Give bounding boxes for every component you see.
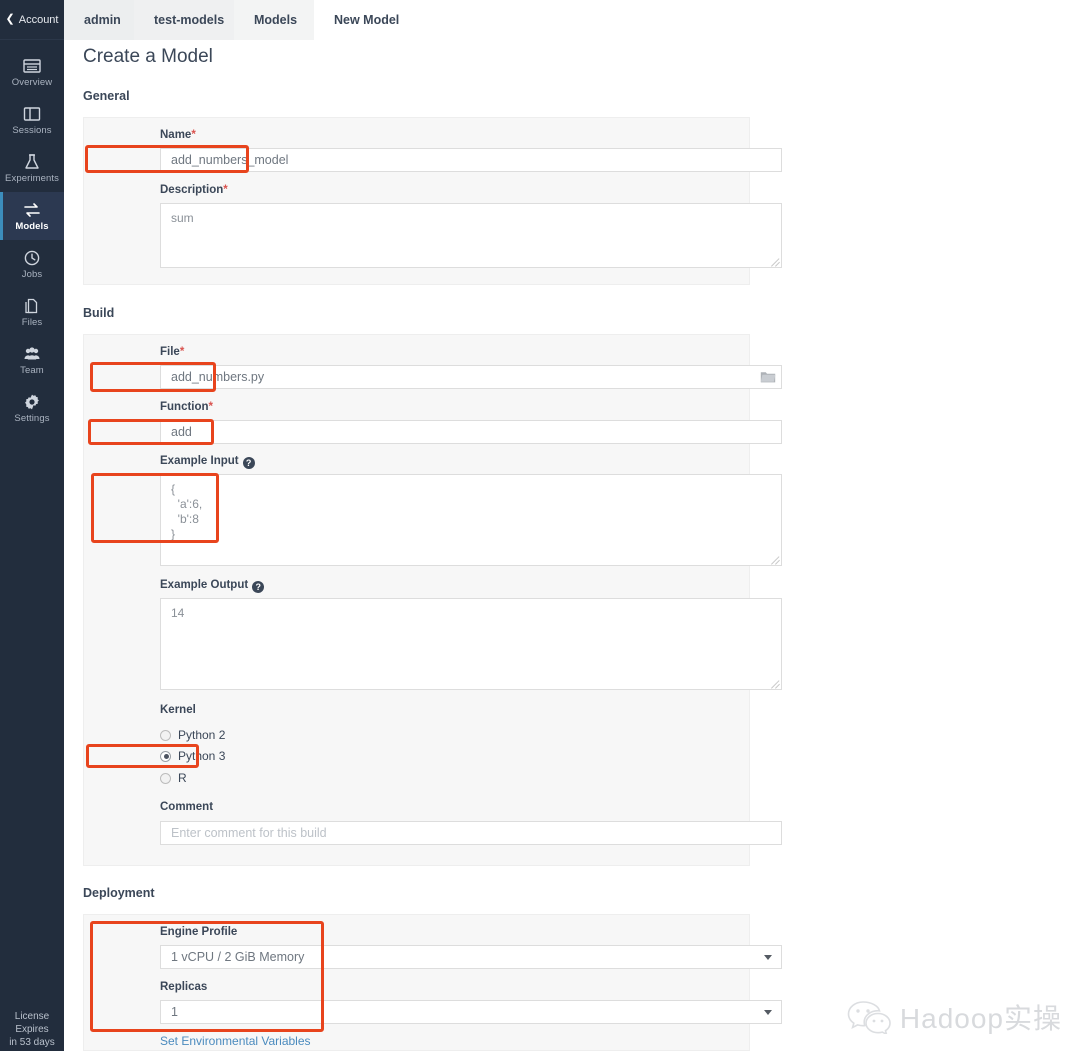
example-input-label: Example Input? xyxy=(160,455,255,469)
page-title: Create a Model xyxy=(83,46,213,67)
chevron-down-icon xyxy=(764,1010,772,1015)
watermark: Hadoop实操 xyxy=(847,997,1062,1037)
kernel-label: Kernel xyxy=(160,704,196,716)
engine-profile-value: 1 vCPU / 2 GiB Memory xyxy=(171,950,305,964)
help-icon[interactable]: ? xyxy=(252,581,265,593)
radio-icon xyxy=(160,772,171,784)
engine-profile-label: Engine Profile xyxy=(160,926,238,938)
sidebar-item-label: Team xyxy=(20,364,44,376)
kernel-option-python-2[interactable]: Python 2 xyxy=(160,728,225,742)
breadcrumb-label: admin xyxy=(84,13,121,27)
jobs-icon xyxy=(23,249,41,267)
set-environmental-variables-link[interactable]: Set Environmental Variables xyxy=(160,1034,311,1048)
file-label: File* xyxy=(160,346,184,358)
license-line-2: Expires xyxy=(15,1024,49,1035)
comment-input[interactable] xyxy=(160,821,782,845)
description-label: Description* xyxy=(160,184,228,196)
sidebar-item-models[interactable]: Models xyxy=(0,192,64,240)
watermark-text: Hadoop实操 xyxy=(899,1003,1062,1034)
section-title-build: Build xyxy=(83,306,115,320)
team-icon xyxy=(23,345,41,363)
sidebar-item-label: Overview xyxy=(11,76,53,88)
models-icon xyxy=(23,201,41,219)
sidebar-nav: Overview Sessions Experiments Models Job… xyxy=(0,40,64,1010)
files-icon xyxy=(23,297,41,315)
file-label-text: File xyxy=(160,346,180,358)
required-marker: * xyxy=(223,184,228,196)
back-to-account-link[interactable]: ❮ Account xyxy=(0,0,64,40)
required-marker: * xyxy=(191,129,196,141)
sidebar-item-label: Sessions xyxy=(12,124,52,136)
name-label: Name* xyxy=(160,129,196,141)
breadcrumb-label: test-models xyxy=(154,13,225,27)
description-textarea[interactable] xyxy=(160,203,782,268)
radio-icon-selected xyxy=(160,750,171,762)
main-content: Create a Model General Name* Description… xyxy=(64,40,1080,1051)
sidebar: ❮ Account Overview Sessions Experiments … xyxy=(0,0,64,1051)
breadcrumb-item-test-models[interactable]: test-models xyxy=(134,0,247,40)
license-status: License Expires in 53 days xyxy=(0,1010,64,1051)
example-input-textarea[interactable] xyxy=(160,474,782,566)
experiments-icon xyxy=(23,153,41,171)
name-label-text: Name xyxy=(160,129,192,141)
sidebar-item-sessions[interactable]: Sessions xyxy=(0,96,64,144)
kernel-option-label: R xyxy=(178,771,187,785)
replicas-label: Replicas xyxy=(160,981,208,993)
sidebar-item-files[interactable]: Files xyxy=(0,288,64,336)
radio-icon xyxy=(160,729,171,741)
help-icon[interactable]: ? xyxy=(242,457,255,469)
sidebar-item-settings[interactable]: Settings xyxy=(0,384,64,432)
example-output-textarea[interactable] xyxy=(160,598,782,690)
breadcrumb-label: New Model xyxy=(334,13,400,27)
function-label: Function* xyxy=(160,401,213,413)
example-output-label: Example Output? xyxy=(160,579,265,593)
app-root: ❮ Account Overview Sessions Experiments … xyxy=(0,0,1080,1051)
name-input[interactable] xyxy=(160,148,782,172)
kernel-option-python-3[interactable]: Python 3 xyxy=(160,749,225,763)
overview-icon xyxy=(23,57,41,75)
example-input-label-text: Example Input xyxy=(160,455,239,467)
sidebar-item-label: Models xyxy=(15,220,49,232)
sidebar-item-jobs[interactable]: Jobs xyxy=(0,240,64,288)
license-line-3: in 53 days xyxy=(9,1037,55,1048)
kernel-option-r[interactable]: R xyxy=(160,771,187,785)
chevron-left-icon: ❮ xyxy=(5,13,15,25)
required-marker: * xyxy=(208,401,214,413)
section-title-general: General xyxy=(83,89,130,103)
kernel-option-label: Python 3 xyxy=(178,749,226,763)
breadcrumb: admin test-models Models New Model xyxy=(64,0,1080,40)
chevron-down-icon xyxy=(764,955,772,960)
file-input[interactable] xyxy=(160,365,782,389)
example-output-label-text: Example Output xyxy=(160,579,249,591)
sidebar-item-label: Jobs xyxy=(21,268,43,280)
sidebar-item-label: Files xyxy=(21,316,43,328)
folder-icon[interactable] xyxy=(760,370,776,384)
required-marker: * xyxy=(179,346,185,358)
breadcrumb-label: Models xyxy=(254,13,298,27)
breadcrumb-item-new-model: New Model xyxy=(314,0,1080,40)
function-input[interactable] xyxy=(160,420,782,444)
sidebar-item-label: Experiments xyxy=(5,172,59,184)
section-title-deployment: Deployment xyxy=(83,886,155,900)
kernel-option-label: Python 2 xyxy=(178,728,226,742)
comment-label: Comment xyxy=(160,801,214,813)
license-line-1: License xyxy=(14,1011,50,1022)
description-label-text: Description xyxy=(160,184,224,196)
sidebar-item-team[interactable]: Team xyxy=(0,336,64,384)
replicas-value: 1 xyxy=(171,1005,178,1019)
sidebar-item-label: Settings xyxy=(14,412,50,424)
sidebar-item-experiments[interactable]: Experiments xyxy=(0,144,64,192)
breadcrumb-item-admin[interactable]: admin xyxy=(64,0,147,40)
settings-icon xyxy=(23,393,41,411)
engine-profile-select[interactable]: 1 vCPU / 2 GiB Memory xyxy=(160,945,782,969)
sidebar-item-overview[interactable]: Overview xyxy=(0,48,64,96)
wechat-icon xyxy=(847,1000,891,1034)
replicas-select[interactable]: 1 xyxy=(160,1000,782,1024)
account-label: Account xyxy=(18,13,59,26)
function-label-text: Function xyxy=(160,401,209,413)
sessions-icon xyxy=(23,105,41,123)
breadcrumb-item-models[interactable]: Models xyxy=(234,0,327,40)
